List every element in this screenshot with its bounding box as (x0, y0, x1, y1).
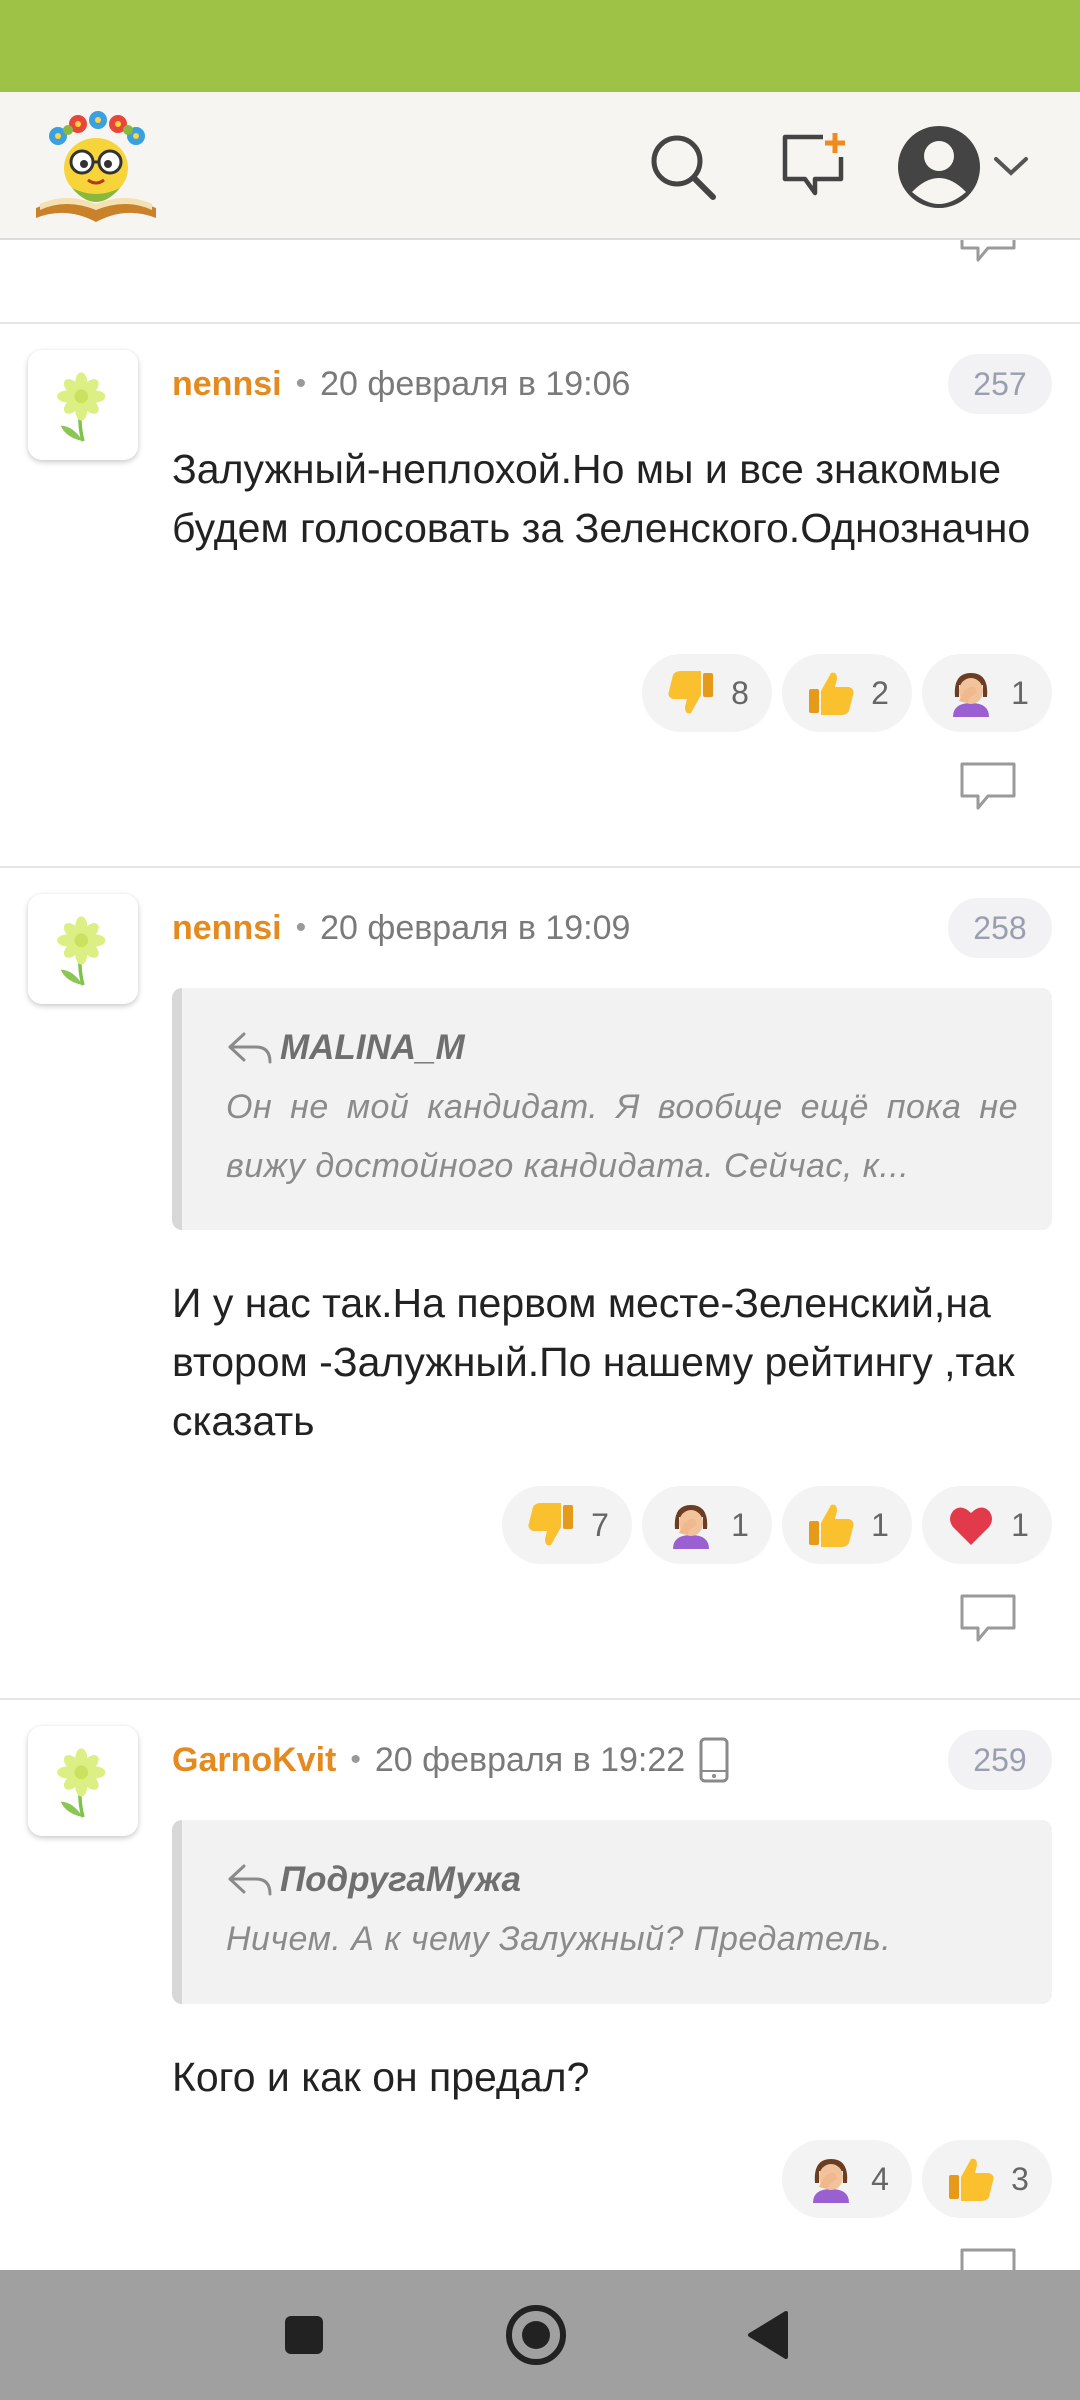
thumbs-down-icon (525, 1499, 577, 1551)
comments-feed: nennsi • 20 февраля в 19:06 257 Залужный… (0, 240, 1080, 2270)
quote-arrow-icon (226, 1030, 274, 1066)
comment-separator (0, 322, 1080, 324)
comment-meta: GarnoKvit • 20 февраля в 19:22 (172, 1734, 729, 1786)
recent-apps-button[interactable] (264, 2295, 344, 2375)
comment-date[interactable]: 20 февраля в 19:22 (375, 1741, 685, 1780)
comment-separator (0, 866, 1080, 868)
reply-icon[interactable] (958, 1592, 1018, 1644)
quote-author: MALINA_M (280, 1028, 465, 1067)
reaction-count: 8 (731, 674, 749, 711)
reaction-facepalm[interactable]: 1 (922, 654, 1052, 732)
home-button[interactable] (496, 2295, 576, 2375)
quote-text: Он не мой кандидат. Я вообще ещё пока не… (226, 1088, 1018, 1185)
facepalm-icon (665, 1499, 717, 1551)
reaction-count: 7 (591, 1506, 609, 1543)
reactions-bar: 8 2 1 (642, 654, 1052, 732)
thumbs-up-icon (945, 2153, 997, 2205)
quote-header: MALINA_M (226, 1022, 1018, 1074)
chevron-down-icon (992, 155, 1030, 179)
system-navigation-bar (0, 2270, 1080, 2400)
reply-icon[interactable] (958, 2246, 1018, 2270)
comment-meta: nennsi • 20 февраля в 19:09 (172, 902, 630, 954)
facepalm-icon (805, 2153, 857, 2205)
quote-arrow-icon (226, 1862, 274, 1898)
user-avatar[interactable] (28, 350, 138, 460)
reaction-thumbs-up[interactable]: 2 (782, 654, 912, 732)
reaction-heart[interactable]: 1 (922, 1486, 1052, 1564)
reaction-thumbs-down[interactable]: 8 (642, 654, 772, 732)
reaction-count: 1 (871, 1506, 889, 1543)
comment-separator (0, 1698, 1080, 1700)
comment-text: И у нас так.На первом месте-Зеленский,на… (172, 1280, 1015, 1444)
comment-text: Залужный-неплохой.Но мы и все знакомые б… (172, 446, 1031, 551)
meta-separator: • (295, 367, 307, 400)
search-icon[interactable] (638, 122, 728, 212)
comment-date[interactable]: 20 февраля в 19:09 (320, 909, 630, 948)
mobile-phone-icon (699, 1737, 729, 1783)
meta-separator: • (350, 1743, 361, 1776)
reactions-bar: 7 1 1 1 (502, 1486, 1052, 1564)
comment-date[interactable]: 20 февраля в 19:06 (320, 365, 630, 404)
app-header (0, 92, 1080, 240)
quote-author: ПодругаМужа (280, 1860, 521, 1899)
user-avatar[interactable] (28, 1726, 138, 1836)
reply-icon[interactable] (958, 760, 1018, 812)
facepalm-icon (945, 667, 997, 719)
quote-block[interactable]: ПодругаМужа Ничем. А к чему Залужный? Пр… (172, 1820, 1052, 2004)
comment-meta: nennsi • 20 февраля в 19:06 (172, 358, 630, 410)
reaction-thumbs-up[interactable]: 3 (922, 2140, 1052, 2218)
comment-text: Кого и как он предал? (172, 2054, 590, 2100)
back-button[interactable] (728, 2295, 808, 2375)
quote-header: ПодругаМужа (226, 1854, 1018, 1906)
comment-number[interactable]: 259 (948, 1730, 1052, 1790)
reaction-thumbs-up[interactable]: 1 (782, 1486, 912, 1564)
user-avatar[interactable] (28, 894, 138, 1004)
meta-separator: • (295, 911, 307, 944)
reaction-count: 1 (1011, 1506, 1029, 1543)
reactions-bar: 4 3 (782, 2140, 1052, 2218)
thumbs-down-icon (665, 667, 717, 719)
thumbs-up-icon (805, 667, 857, 719)
comment-author[interactable]: nennsi (172, 909, 282, 948)
comment-number[interactable]: 258 (948, 898, 1052, 958)
reaction-count: 2 (871, 674, 889, 711)
profile-menu-button[interactable] (896, 122, 1046, 212)
thumbs-up-icon (805, 1499, 857, 1551)
reaction-facepalm[interactable]: 4 (782, 2140, 912, 2218)
logo[interactable] (32, 106, 162, 224)
quote-text: Ничем. А к чему Залужный? Предатель. (226, 1920, 892, 1958)
reaction-count: 1 (731, 1506, 749, 1543)
new-message-icon[interactable] (770, 122, 860, 212)
comment-author[interactable]: nennsi (172, 365, 282, 404)
reaction-count: 4 (871, 2160, 889, 2197)
reaction-count: 1 (1011, 674, 1029, 711)
reaction-count: 3 (1011, 2160, 1029, 2197)
reply-icon[interactable] (958, 240, 1018, 264)
heart-icon (945, 1499, 997, 1551)
reaction-thumbs-down[interactable]: 7 (502, 1486, 632, 1564)
user-avatar-icon (896, 124, 982, 210)
reaction-facepalm[interactable]: 1 (642, 1486, 772, 1564)
quote-block[interactable]: MALINA_M Он не мой кандидат. Я вообще ещ… (172, 988, 1052, 1230)
comment-author[interactable]: GarnoKvit (172, 1741, 336, 1780)
status-bar (0, 0, 1080, 92)
comment-number[interactable]: 257 (948, 354, 1052, 414)
